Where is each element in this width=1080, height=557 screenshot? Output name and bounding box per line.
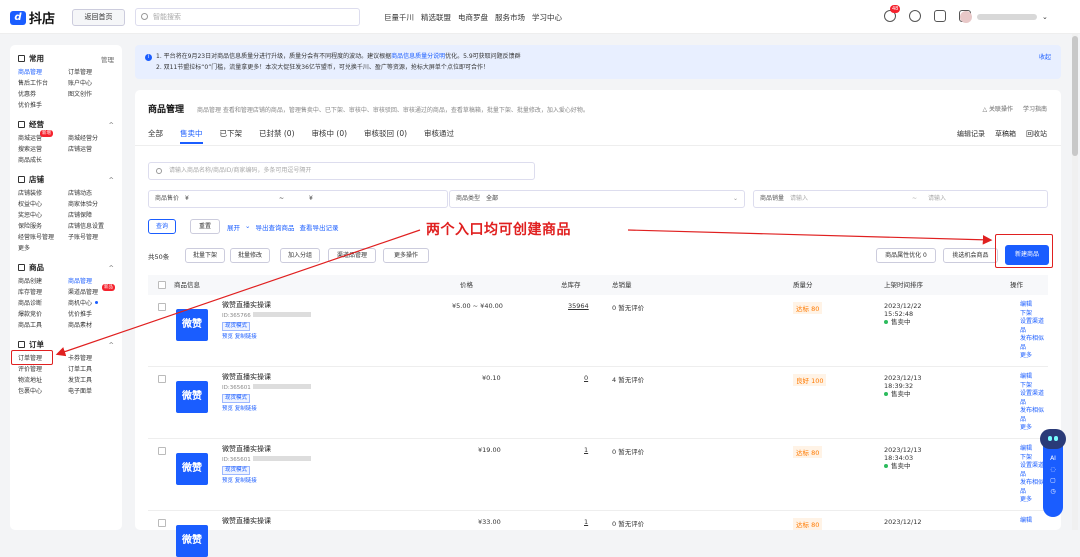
annotation-arrows [55, 229, 993, 357]
ai-assistant-widget[interactable]: AI ◌ ▢ ◷ [1040, 429, 1066, 517]
chat-icon[interactable]: ◌ [1043, 464, 1063, 475]
scrollbar[interactable] [1072, 34, 1078, 530]
arrow-to-sidebar [55, 229, 421, 357]
bag-icon[interactable]: ▢ [1043, 475, 1063, 486]
robot-icon [1040, 429, 1066, 449]
arrow-to-new-button [627, 229, 993, 245]
clock-icon[interactable]: ◷ [1043, 486, 1063, 497]
scrollbar-thumb[interactable] [1072, 36, 1078, 156]
